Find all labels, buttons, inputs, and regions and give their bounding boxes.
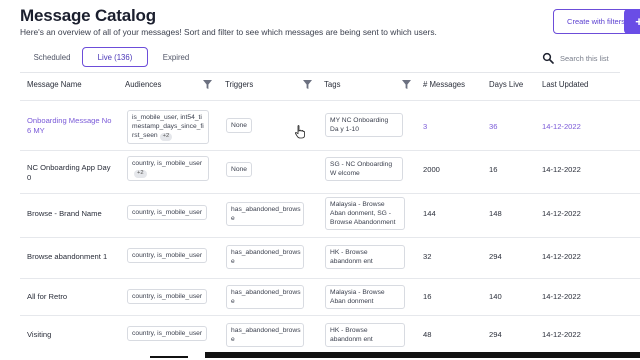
message-name-link[interactable]: Visiting — [27, 330, 115, 340]
trigger-chip: has_abandoned_brows e — [226, 323, 304, 348]
trigger-chip: None — [226, 162, 252, 178]
column-header-audiences[interactable]: Audiences — [125, 80, 161, 89]
search-icon — [542, 52, 554, 64]
tags-filter-icon[interactable] — [402, 80, 411, 89]
search-input[interactable]: Search this list — [560, 54, 609, 63]
last-updated: 14-12-2022 — [542, 209, 581, 218]
hand-cursor-icon — [295, 125, 305, 139]
last-updated: 14-12-2022 — [542, 122, 581, 131]
audience-chip: country, is_mobile_user — [127, 289, 208, 305]
audience-text: country, is_mobile_user — [132, 209, 203, 216]
messages-count: 16 — [423, 292, 432, 301]
last-updated: 14-12-2022 — [542, 252, 581, 261]
audience-chip: country, is_mobile_user +2 — [127, 156, 209, 181]
tag-chip: HK - Browse abandonm ent — [325, 245, 405, 270]
audience-chip: country, is_mobile_user — [127, 248, 208, 264]
tabs-bar: Scheduled Live (136) Expired Search this… — [20, 45, 620, 71]
days-live: 16 — [489, 165, 498, 174]
days-live: 294 — [489, 252, 502, 261]
tag-chip: MY NC Onboarding Da y 1-10 — [325, 113, 403, 138]
tag-chip: Malaysia - Browse Aban donment — [325, 285, 405, 310]
tab-expired[interactable]: Expired — [150, 47, 202, 67]
audience-count-badge: +2 — [134, 170, 147, 178]
table-row[interactable]: Visiting country, is_mobile_user has_aba… — [20, 315, 640, 352]
audiences-filter-icon[interactable] — [203, 80, 212, 89]
messages-count: 32 — [423, 252, 432, 261]
audience-text: country, is_mobile_user — [132, 293, 203, 300]
column-header-triggers[interactable]: Triggers — [225, 80, 253, 89]
column-header-last-updated[interactable]: Last Updated — [542, 80, 588, 89]
table-row[interactable]: NC Onboarding App Day 0 country, is_mobi… — [20, 150, 640, 193]
tabs-divider — [20, 72, 620, 73]
table-row[interactable]: Onboarding Message No 6 MY is_mobile_use… — [20, 100, 640, 150]
audience-chip: country, is_mobile_user — [127, 326, 208, 342]
page-title: Message Catalog — [20, 6, 156, 25]
messages-count: 144 — [423, 209, 436, 218]
audience-text: country, is_mobile_user — [132, 252, 203, 259]
trigger-chip: None — [226, 118, 252, 134]
audience-text: country, is_mobile_user — [132, 160, 203, 167]
last-updated: 14-12-2022 — [542, 292, 581, 301]
messages-count: 48 — [423, 330, 432, 339]
message-name-link[interactable]: Browse abandonment 1 — [27, 252, 115, 262]
search-box[interactable]: Search this list — [542, 48, 632, 68]
table-row[interactable]: All for Retro country, is_mobile_user ha… — [20, 278, 640, 315]
tag-chip: Malaysia - Browse Aban donment, SG - Bro… — [325, 197, 405, 231]
message-name-link[interactable]: All for Retro — [27, 292, 115, 302]
audience-chip: country, is_mobile_user — [127, 205, 208, 221]
progress-mark — [150, 356, 188, 358]
messages-count: 2000 — [423, 165, 440, 174]
table-row[interactable]: Browse - Brand Name country, is_mobile_u… — [20, 193, 640, 237]
messages-count: 3 — [423, 122, 428, 131]
column-header-messages[interactable]: # Messages — [423, 80, 465, 89]
days-live: 148 — [489, 209, 502, 218]
tab-live[interactable]: Live (136) — [82, 47, 148, 67]
trigger-chip: has_abandoned_brows e — [226, 285, 304, 310]
column-header-days-live[interactable]: Days Live — [489, 80, 523, 89]
add-message-button[interactable]: + — [624, 9, 640, 34]
message-name-link[interactable]: NC Onboarding App Day 0 — [27, 163, 115, 184]
table-header: Message Name Audiences Triggers Tags # M… — [20, 76, 640, 96]
last-updated: 14-12-2022 — [542, 330, 581, 339]
page-header: Message Catalog Here's an overview of al… — [20, 4, 640, 40]
column-header-name[interactable]: Message Name — [27, 80, 82, 89]
trigger-chip: has_abandoned_brows e — [226, 245, 304, 270]
bottom-scrollbar[interactable] — [205, 352, 640, 358]
message-name-link[interactable]: Browse - Brand Name — [27, 209, 115, 219]
audience-chip: is_mobile_user, int54_ti mestamp_days_si… — [127, 110, 209, 144]
audience-text: country, is_mobile_user — [132, 330, 203, 337]
days-live: 294 — [489, 330, 502, 339]
tag-chip: SG - NC Onboarding W elcome — [325, 157, 403, 182]
table-row[interactable]: Browse abandonment 1 country, is_mobile_… — [20, 237, 640, 278]
tab-scheduled[interactable]: Scheduled — [20, 47, 84, 67]
message-name-link[interactable]: Onboarding Message No 6 MY — [27, 116, 115, 137]
audience-count-badge: +2 — [159, 133, 173, 141]
days-live: 36 — [489, 122, 498, 131]
trigger-chip: has_abandoned_brows e — [226, 202, 304, 227]
triggers-filter-icon[interactable] — [303, 80, 312, 89]
tag-chip: HK - Browse abandonm ent — [325, 323, 405, 348]
last-updated: 14-12-2022 — [542, 165, 581, 174]
days-live: 140 — [489, 292, 502, 301]
page-subtitle: Here's an overview of all of your messag… — [20, 27, 437, 37]
column-header-tags[interactable]: Tags — [324, 80, 340, 89]
